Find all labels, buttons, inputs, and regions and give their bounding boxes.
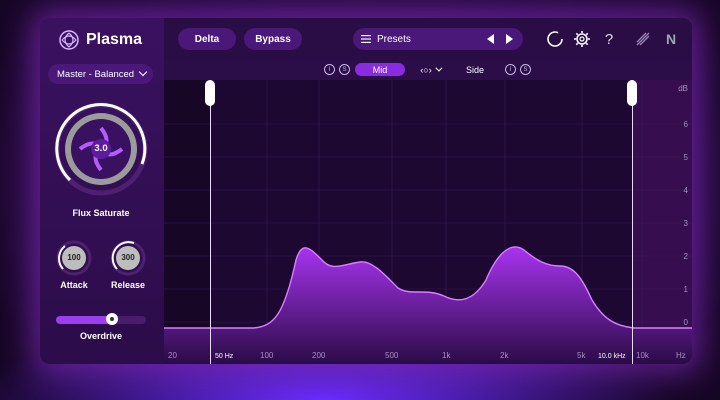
next-preset-icon[interactable] bbox=[505, 34, 513, 44]
db-tick: 4 bbox=[683, 186, 688, 195]
overdrive-fill bbox=[56, 316, 112, 324]
overdrive-thumb[interactable] bbox=[105, 313, 118, 325]
spectrum-display[interactable]: dB 6 5 4 3 2 1 0 20 50 Hz 100 200 500 1k… bbox=[164, 80, 692, 364]
freq-tick: 10.0 kHz bbox=[598, 353, 626, 360]
spectrum-graph bbox=[164, 80, 692, 364]
app-title: Plasma bbox=[86, 31, 143, 48]
db-tick: 1 bbox=[683, 285, 688, 294]
presets-label: Presets bbox=[377, 33, 411, 45]
assistant-button[interactable] bbox=[632, 28, 654, 50]
tab-mid[interactable]: Mid bbox=[355, 63, 405, 76]
low-band-handle[interactable] bbox=[205, 80, 215, 106]
db-tick: 3 bbox=[683, 219, 688, 228]
freq-tick: 1k bbox=[442, 351, 451, 360]
high-band-handle[interactable] bbox=[627, 80, 637, 106]
previous-preset-icon[interactable] bbox=[487, 34, 495, 44]
chevron-down-icon bbox=[435, 64, 443, 72]
low-band-line bbox=[210, 80, 211, 364]
flux-label: Flux Saturate bbox=[72, 208, 130, 218]
flux-value: 3.0 bbox=[94, 143, 108, 154]
mid-chip-s[interactable]: S bbox=[339, 64, 350, 75]
attack-value: 100 bbox=[67, 253, 81, 262]
freq-tick: 50 Hz bbox=[215, 353, 234, 360]
refresh-button[interactable] bbox=[544, 28, 566, 50]
assistant-icon bbox=[636, 32, 650, 46]
mode-bar: I S Mid ‹○› Side I S bbox=[164, 60, 692, 80]
attack-label: Attack bbox=[60, 280, 88, 290]
overdrive-slider[interactable] bbox=[56, 313, 146, 325]
plugin-window: Plasma Master - Balanced 3.0 Flux Satura… bbox=[40, 18, 692, 364]
top-toolbar: Delta Bypass Presets ? N bbox=[164, 18, 692, 60]
freq-tick: 200 bbox=[312, 351, 326, 360]
side-chip-s[interactable]: S bbox=[520, 64, 531, 75]
brand-n-icon: N bbox=[665, 31, 677, 47]
link-mode-toggle[interactable]: ‹○› bbox=[415, 63, 445, 76]
high-band-line bbox=[632, 80, 633, 364]
db-tick: 5 bbox=[683, 153, 688, 162]
delta-button[interactable]: Delta bbox=[178, 28, 236, 50]
preset-select[interactable]: Master - Balanced bbox=[48, 64, 153, 84]
link-icon: ‹○› bbox=[420, 64, 432, 75]
freq-tick: 10k bbox=[636, 351, 649, 360]
release-value: 300 bbox=[121, 253, 135, 262]
settings-button[interactable] bbox=[571, 28, 593, 50]
brand-button[interactable]: N bbox=[660, 28, 682, 50]
left-panel: Plasma Master - Balanced 3.0 Flux Satura… bbox=[40, 18, 164, 364]
freq-tick: 100 bbox=[260, 351, 274, 360]
bypass-button[interactable]: Bypass bbox=[244, 28, 302, 50]
gear-icon bbox=[574, 31, 590, 47]
preset-select-value: Master - Balanced bbox=[57, 68, 135, 80]
help-icon: ? bbox=[604, 30, 614, 48]
overdrive-label: Overdrive bbox=[79, 331, 123, 341]
db-tick: 0 bbox=[683, 318, 688, 327]
db-tick: 2 bbox=[683, 252, 688, 261]
freq-tick: 500 bbox=[385, 351, 399, 360]
freq-tick: 20 bbox=[168, 351, 177, 360]
mid-chip-i[interactable]: I bbox=[324, 64, 335, 75]
refresh-icon bbox=[547, 31, 563, 47]
freq-tick: 5k bbox=[577, 351, 586, 360]
freq-tick: 2k bbox=[500, 351, 509, 360]
release-label: Release bbox=[110, 280, 146, 290]
db-tick: 6 bbox=[683, 120, 688, 129]
list-icon bbox=[361, 35, 371, 43]
help-button[interactable]: ? bbox=[598, 28, 620, 50]
tab-side[interactable]: Side bbox=[457, 63, 493, 76]
side-chip-i[interactable]: I bbox=[505, 64, 516, 75]
db-unit: dB bbox=[678, 84, 688, 93]
presets-bar[interactable]: Presets bbox=[353, 28, 523, 50]
logo: Plasma bbox=[58, 29, 142, 51]
chevron-down-icon bbox=[138, 67, 148, 77]
freq-tick: Hz bbox=[676, 351, 686, 360]
plasma-logo-icon bbox=[59, 30, 79, 50]
